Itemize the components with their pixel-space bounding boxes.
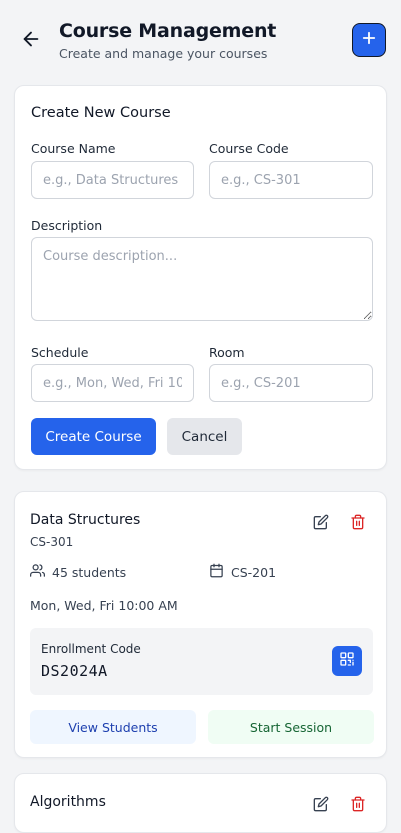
course-name-label: Course Name — [31, 141, 116, 156]
course-card: Data Structures CS-301 45 students CS-20… — [14, 491, 387, 758]
cancel-button[interactable]: Cancel — [167, 418, 242, 455]
edit-icon[interactable] — [311, 794, 331, 814]
start-session-button[interactable]: Start Session — [208, 710, 374, 744]
course-card: Algorithms — [14, 773, 387, 833]
edit-icon[interactable] — [311, 512, 331, 532]
description-label: Description — [31, 218, 103, 233]
course-schedule: Mon, Wed, Fri 10:00 AM — [30, 598, 178, 613]
create-course-form: Create New Course Course Name Course Cod… — [14, 85, 387, 470]
qr-code-button[interactable] — [332, 646, 362, 676]
back-arrow-icon[interactable] — [20, 28, 42, 50]
add-course-button[interactable] — [352, 23, 386, 57]
students-meta: 45 students — [30, 563, 126, 581]
page-title: Course Management — [59, 20, 277, 42]
course-room: CS-201 — [231, 564, 277, 580]
enrollment-code: DS2024A — [41, 662, 108, 680]
course-code-input[interactable] — [209, 161, 373, 199]
course-code-label: Course Code — [209, 141, 289, 156]
enrollment-code-box: Enrollment Code DS2024A — [30, 628, 373, 695]
room-label: Room — [209, 345, 245, 360]
student-count: 45 students — [52, 564, 127, 580]
course-name-input[interactable] — [31, 161, 194, 199]
view-students-button[interactable]: View Students — [30, 710, 196, 744]
trash-icon[interactable] — [348, 794, 368, 814]
room-input[interactable] — [209, 364, 373, 402]
schedule-label: Schedule — [31, 345, 89, 360]
page-subtitle: Create and manage your courses — [59, 46, 268, 61]
page-header: Course Management Create and manage your… — [0, 0, 401, 70]
course-name: Algorithms — [30, 794, 106, 810]
calendar-icon — [209, 563, 224, 581]
room-meta: CS-201 — [209, 563, 276, 581]
schedule-input[interactable] — [31, 364, 194, 402]
create-course-button[interactable]: Create Course — [31, 418, 156, 455]
course-name: Data Structures — [30, 512, 141, 528]
enrollment-code-label: Enrollment Code — [41, 642, 141, 656]
plus-icon — [360, 29, 378, 51]
trash-icon[interactable] — [348, 512, 368, 532]
description-textarea[interactable] — [31, 237, 373, 321]
form-title: Create New Course — [31, 105, 171, 121]
qr-code-icon — [339, 651, 355, 671]
course-code: CS-301 — [30, 535, 74, 549]
users-icon — [30, 563, 45, 581]
